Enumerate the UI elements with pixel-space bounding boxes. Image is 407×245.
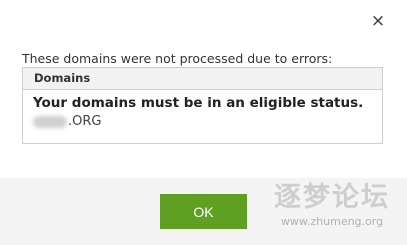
domains-table-header: Domains xyxy=(23,68,382,90)
error-dialog: × These domains were not processed due t… xyxy=(0,0,407,245)
domain-name: .ORG xyxy=(33,114,382,129)
close-icon[interactable]: × xyxy=(369,12,387,30)
dialog-footer: OK xyxy=(0,178,407,245)
domain-suffix: .ORG xyxy=(68,114,102,129)
redacted-domain-blur xyxy=(33,115,67,128)
ok-button[interactable]: OK xyxy=(160,194,247,229)
domains-table-row: Your domains must be in an eligible stat… xyxy=(23,90,382,129)
error-message: These domains were not processed due to … xyxy=(22,51,333,66)
domains-table: Domains Your domains must be in an eligi… xyxy=(22,67,383,144)
error-title: Your domains must be in an eligible stat… xyxy=(33,95,364,111)
